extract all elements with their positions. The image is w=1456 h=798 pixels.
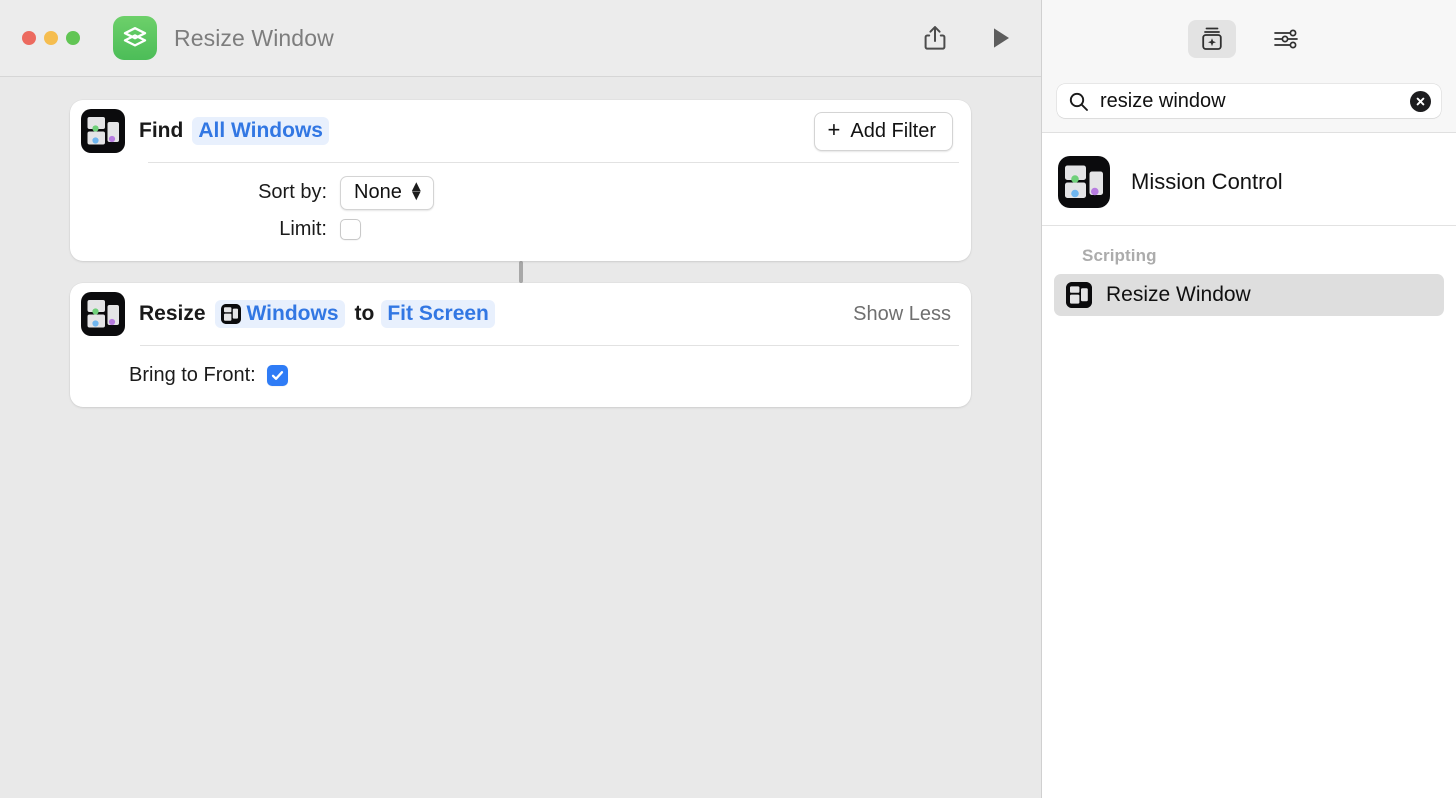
search-bar-container: resize window (1042, 77, 1456, 133)
close-window-button[interactable] (22, 31, 36, 45)
sidebar-toolbar (1042, 0, 1456, 77)
search-input[interactable]: resize window (1100, 90, 1399, 113)
add-filter-label: Add Filter (850, 119, 936, 142)
mission-control-icon (81, 292, 125, 336)
window-titlebar: Resize Window (0, 0, 1041, 77)
list-item-label: Mission Control (1131, 169, 1283, 194)
plus-icon: + (827, 117, 841, 142)
mission-control-icon (81, 109, 125, 153)
show-less-button[interactable]: Show Less (853, 303, 953, 326)
resize-connector-word: to (354, 302, 375, 325)
editor-pane: Resize Window Find All Windows + Add Fil… (0, 0, 1042, 798)
shortcut-title[interactable]: Resize Window (174, 25, 334, 52)
share-button[interactable] (913, 18, 957, 58)
windows-variable-icon (220, 304, 241, 324)
search-magnifier-icon (1069, 92, 1088, 111)
action-library-button[interactable] (1188, 19, 1236, 58)
find-action-title: Find (139, 119, 184, 142)
minimize-window-button[interactable] (44, 31, 58, 45)
find-variable-all-windows[interactable]: All Windows (192, 117, 329, 145)
zoom-window-button[interactable] (66, 31, 80, 45)
checkmark-icon (271, 371, 283, 380)
actions-canvas: Find All Windows + Add Filter Sort by: N… (0, 77, 1041, 798)
mission-control-icon (1058, 156, 1110, 208)
shortcut-details-button[interactable] (1262, 20, 1310, 58)
action-card-resize[interactable]: Resize Windows to Fit Screen Show Less B… (70, 283, 971, 407)
list-item-label: Resize Window (1106, 283, 1251, 306)
limit-checkbox[interactable] (340, 219, 361, 240)
clear-circle-x-icon (1416, 97, 1425, 105)
search-field[interactable]: resize window (1057, 84, 1441, 118)
bring-to-front-label: Bring to Front: (129, 364, 256, 386)
bring-to-front-checkbox[interactable] (266, 365, 288, 386)
search-results-list: Mission Control Scripting Resize Window (1042, 133, 1456, 798)
limit-label: Limit: (279, 218, 327, 240)
resize-variable-fit-screen[interactable]: Fit Screen (381, 300, 495, 328)
resize-window-icon (1066, 282, 1092, 308)
action-library-sidebar: resize window Mission Control Scripting … (1042, 0, 1456, 798)
shortcuts-app-icon (113, 16, 157, 60)
find-card-header: Find All Windows + Add Filter (81, 100, 959, 162)
group-header-scripting: Scripting (1082, 246, 1157, 265)
resize-card-fields: Bring to Front: (82, 346, 959, 407)
resize-action-title: Resize (139, 302, 206, 325)
library-box-sparkle-icon (1202, 27, 1222, 50)
sort-by-value: None (354, 180, 402, 203)
limit-row: Limit: (82, 211, 959, 248)
bring-to-front-row: Bring to Front: (82, 357, 959, 394)
resize-variable-windows[interactable]: Windows (214, 300, 345, 328)
resize-card-header: Resize Windows to Fit Screen Show Less (81, 283, 959, 345)
play-triangle-icon (994, 28, 1009, 48)
find-variable-label: All Windows (198, 119, 323, 142)
connector-line (518, 261, 523, 283)
share-arrow-up-icon (924, 26, 946, 50)
find-card-fields: Sort by: None ▲ ▼ Limit: (82, 163, 959, 261)
sort-by-select[interactable]: None ▲ ▼ (340, 175, 434, 210)
shortcuts-window: Resize Window Find All Windows + Add Fil… (0, 0, 1456, 798)
chevron-updown-icon: ▲ ▼ (408, 177, 424, 204)
run-shortcut-button[interactable] (979, 18, 1023, 58)
action-card-find[interactable]: Find All Windows + Add Filter Sort by: N… (70, 100, 971, 261)
traffic-light-group (22, 31, 80, 45)
clear-search-button[interactable] (1410, 90, 1431, 112)
resize-target-label: Fit Screen (387, 302, 489, 325)
add-filter-button[interactable]: + Add Filter (813, 111, 953, 151)
action-connector (70, 261, 971, 283)
sort-by-row: Sort by: None ▲ ▼ (82, 174, 959, 211)
sort-by-label: Sort by: (258, 181, 327, 203)
resize-variable-label: Windows (246, 302, 339, 325)
sliders-icon (1274, 29, 1298, 48)
list-item-resize-window[interactable]: Resize Window (1054, 274, 1444, 316)
list-item-mission-control[interactable]: Mission Control (1042, 139, 1456, 225)
